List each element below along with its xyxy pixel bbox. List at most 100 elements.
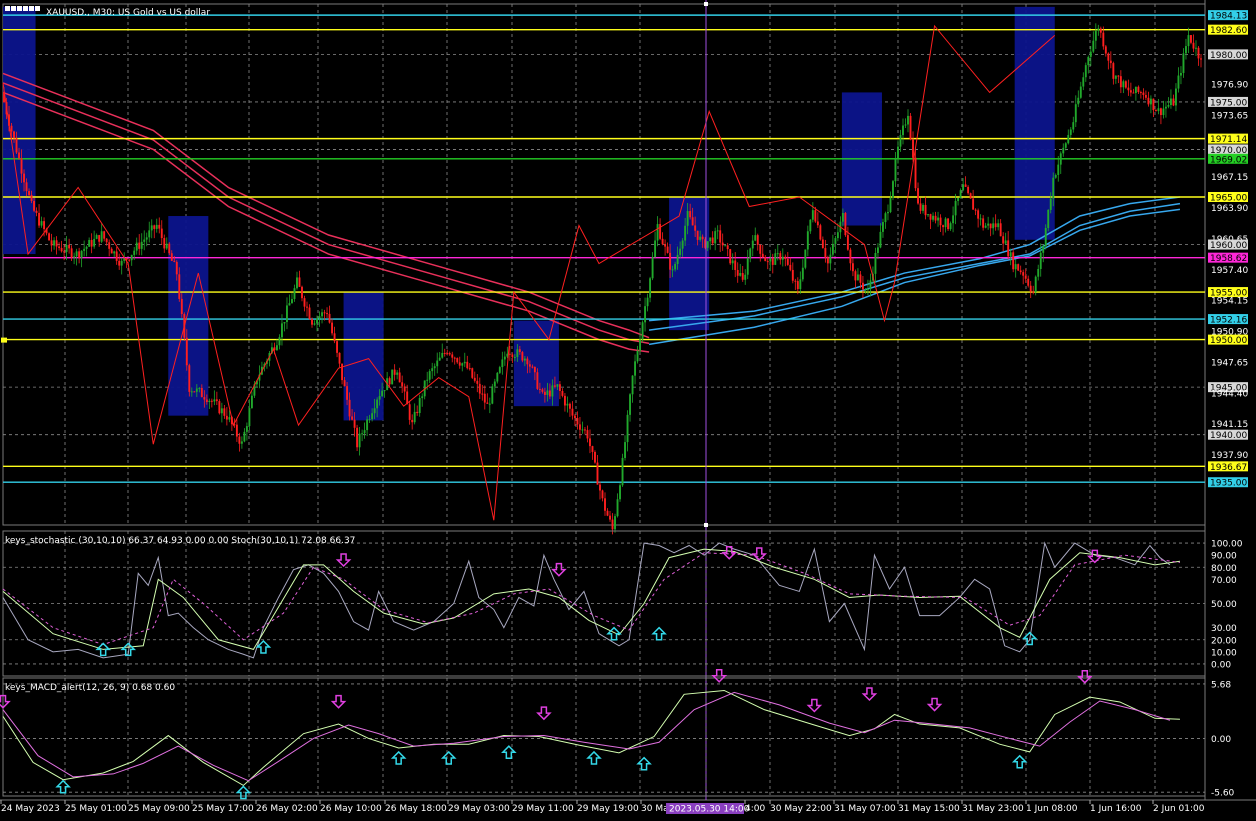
candle (115, 246, 118, 265)
candle (386, 371, 389, 391)
candle (336, 340, 339, 358)
candle (148, 221, 151, 243)
candle-body (523, 358, 526, 361)
candle-body (508, 353, 511, 355)
candle (438, 352, 441, 361)
candle (223, 405, 226, 419)
candle (1137, 85, 1140, 95)
price-tag-1969.02: 1969.02 (1210, 155, 1247, 165)
macd-tick-5.68: 5.68 (1211, 680, 1231, 690)
main-price-pane[interactable]: 1984.13 1982.60 1980.00 1976.90 1975.00 1973.… (0, 0, 1256, 801)
candle-body (223, 408, 226, 416)
candle (301, 285, 303, 302)
candle-body (954, 200, 957, 216)
candle-body (488, 403, 491, 405)
chart-canvas[interactable]: 1984.13 1982.60 1980.00 1976.90 1975.00 1973.… (0, 0, 1256, 817)
candle (40, 216, 43, 228)
candle (100, 223, 103, 244)
candle (741, 265, 744, 282)
candle (749, 247, 752, 263)
candle (478, 377, 481, 400)
candle (887, 204, 889, 221)
candle-body (376, 399, 379, 409)
candle (919, 197, 922, 214)
candle-body (666, 246, 669, 253)
candle (594, 450, 596, 464)
candle-body (809, 219, 812, 232)
candle-body (779, 253, 782, 260)
candle (210, 398, 213, 408)
candle (1172, 94, 1175, 107)
candle (441, 343, 444, 359)
candle (861, 276, 864, 299)
macd-pane[interactable]: 5.68 0.00 -5.60 (0, 669, 1235, 800)
candle-body (804, 249, 807, 268)
candle-body (556, 384, 559, 387)
candle-body (594, 451, 596, 463)
candle (306, 301, 308, 317)
candle-body (984, 225, 987, 228)
price-tag-1940.00: 1940.00 (1210, 431, 1247, 441)
candle-body (844, 212, 847, 236)
crosshair-handle-bottom[interactable] (704, 523, 708, 527)
candle-body (1052, 177, 1055, 199)
candle-body (1074, 104, 1077, 123)
candle-body (749, 248, 752, 259)
candle-body (306, 306, 308, 308)
level-handle-left[interactable] (1, 337, 7, 343)
candle (311, 317, 313, 328)
candle (624, 435, 626, 461)
candle (1057, 156, 1060, 182)
moving-average-red-1 (2, 82, 650, 345)
candle-body (1177, 75, 1180, 89)
candle-body (689, 211, 692, 218)
stochastic-pane[interactable]: 100.00 90.00 80.00 70.00 50.00 30.00 20.00 10.0… (2, 530, 1243, 677)
trading-terminal-chart[interactable]: 1984.13 1982.60 1980.00 1976.90 1975.00 1973.… (0, 0, 1256, 817)
candle (218, 399, 221, 415)
candle (1012, 248, 1015, 273)
candle-body (1102, 32, 1105, 47)
candle-body (371, 413, 374, 420)
candle-body (100, 231, 103, 242)
candle (649, 276, 652, 303)
candle-body (854, 271, 857, 281)
candle (851, 258, 854, 277)
candle-body (819, 225, 822, 240)
moving-average-blue-3 (649, 196, 1181, 322)
candle (1042, 244, 1045, 263)
candle (661, 232, 664, 246)
candle-body (1132, 92, 1135, 94)
candle (1047, 209, 1050, 232)
candle-body (155, 224, 158, 229)
candle (225, 407, 228, 426)
candle (1079, 81, 1082, 99)
candle (1004, 232, 1007, 245)
candle-body (761, 253, 764, 257)
candle-body (85, 246, 88, 249)
candle-body (814, 210, 817, 222)
candle (481, 384, 484, 401)
crosshair-handle-top[interactable] (704, 2, 708, 6)
candle (917, 182, 919, 205)
candle-body (35, 210, 38, 213)
candle-body (1032, 291, 1035, 293)
candle (714, 227, 717, 251)
candle (726, 242, 729, 257)
candle-body (599, 484, 601, 491)
candle-body (889, 197, 892, 213)
candle (826, 255, 829, 273)
candle-body (596, 462, 599, 485)
candle (35, 207, 38, 217)
candle (844, 211, 847, 237)
candle (889, 191, 892, 214)
candle-body (1002, 236, 1005, 244)
candle (789, 257, 792, 272)
candle (1129, 82, 1132, 97)
candle (1092, 31, 1095, 54)
candle (143, 230, 146, 251)
candle-body (150, 225, 153, 231)
candle-body (1124, 81, 1127, 88)
candle (1114, 75, 1117, 84)
candle-body (791, 269, 794, 281)
candle (899, 129, 902, 152)
